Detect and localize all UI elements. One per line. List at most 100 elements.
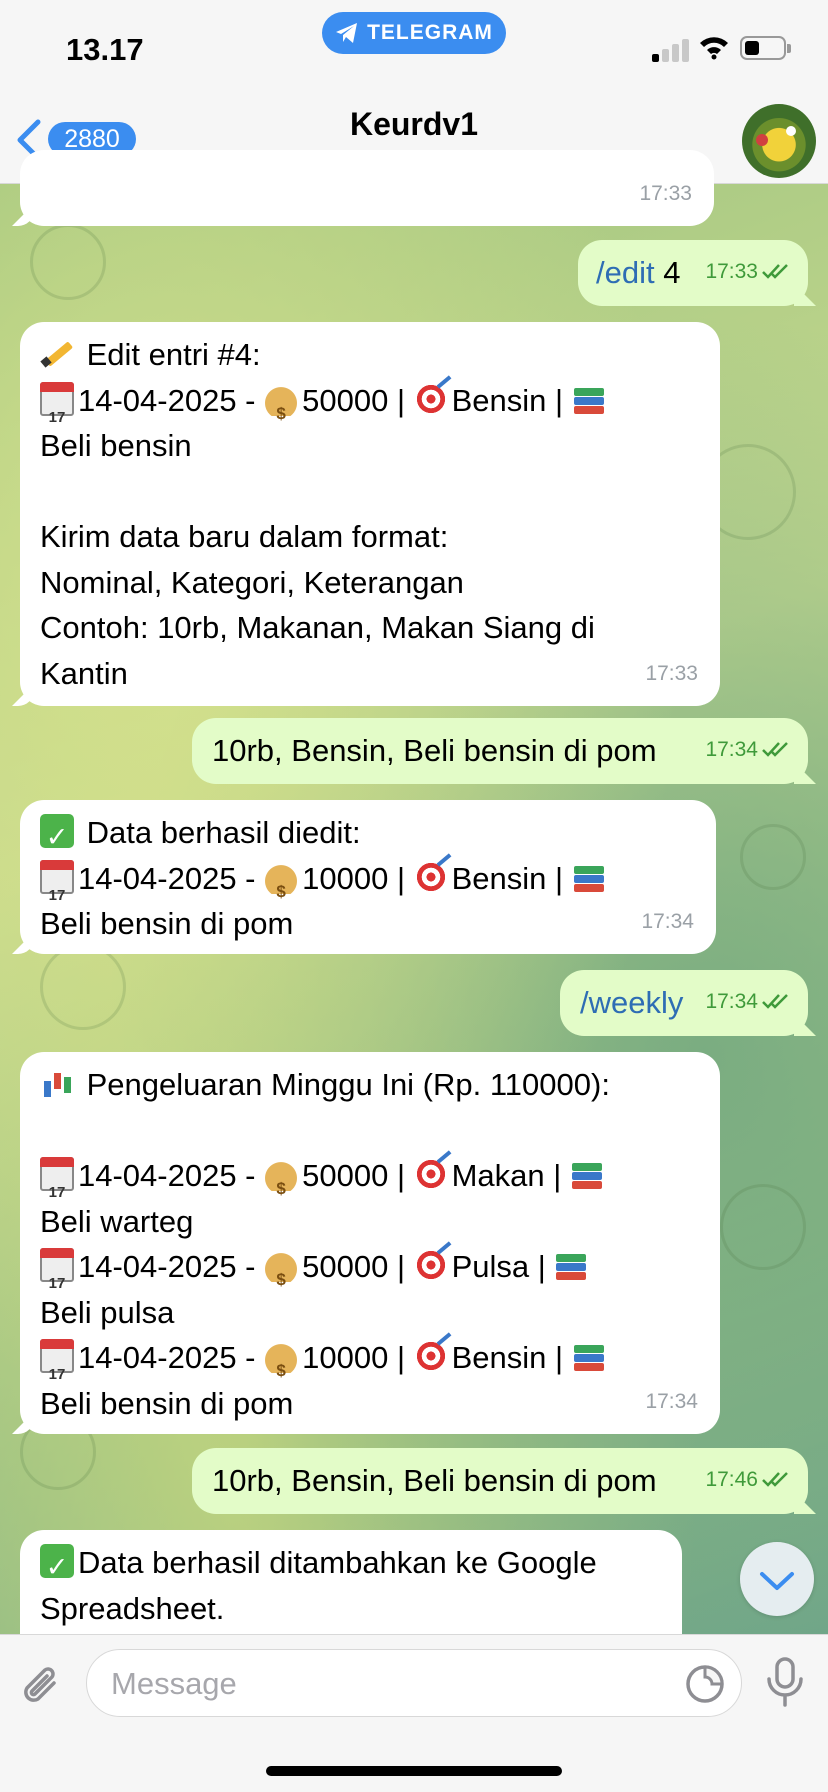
- entry-description: Beli bensin di pom: [40, 906, 294, 941]
- paperclip-icon[interactable]: [20, 1663, 64, 1711]
- telegram-pill-label: TELEGRAM: [367, 21, 493, 44]
- message-incoming[interactable]: Edit entri #4: 14-04-2025 - 50000 | Bens…: [20, 322, 720, 706]
- message-status: 17:34: [705, 979, 792, 1025]
- message-line: Edit entri #4:: [78, 337, 261, 372]
- money-bag-icon: [264, 1248, 299, 1303]
- books-icon: [570, 1157, 604, 1191]
- double-check-icon: [762, 264, 788, 280]
- battery-icon: [740, 36, 791, 60]
- check-mark-icon: [40, 1544, 74, 1591]
- scroll-to-bottom-button[interactable]: [740, 1542, 814, 1616]
- entry-description: Beli pulsa: [40, 1294, 175, 1330]
- avatar[interactable]: [742, 104, 816, 178]
- entry-category: Bensin |: [451, 382, 572, 418]
- calendar-icon: [40, 1157, 74, 1216]
- message-status: 17:33: [705, 249, 792, 295]
- message-time: 17:34: [705, 737, 758, 761]
- message-time: 17:34: [645, 1389, 698, 1413]
- target-icon: [413, 381, 448, 416]
- message-line: Data berhasil ditambahkan ke Google: [78, 1545, 597, 1580]
- message-line: Kirim data baru dalam format:: [40, 519, 449, 554]
- sticker-icon[interactable]: [685, 1664, 725, 1704]
- calendar-icon: [40, 1248, 74, 1307]
- calendar-icon: [40, 1339, 74, 1398]
- message-outgoing[interactable]: /weekly 17:34: [560, 970, 808, 1036]
- wallpaper-doodle: [30, 224, 106, 300]
- wallpaper-doodle: [740, 824, 806, 890]
- entry-amount: 50000 |: [302, 382, 414, 418]
- entry-category: Bensin |: [451, 860, 572, 896]
- message-outgoing[interactable]: /edit 4 17:33: [578, 240, 808, 306]
- message-time: 17:34: [641, 909, 694, 933]
- message-time: 17:34: [705, 989, 758, 1013]
- message-outgoing[interactable]: 10rb, Bensin, Beli bensin di pom 17:34: [192, 718, 808, 784]
- entry-category: Pulsa |: [451, 1249, 555, 1284]
- home-indicator: [266, 1766, 562, 1776]
- message-status: 17:46: [705, 1457, 792, 1503]
- entry-description: Beli bensin: [40, 428, 192, 463]
- status-bar: 13.17 TELEGRAM: [0, 0, 828, 90]
- message-time: 17:33: [645, 661, 698, 685]
- entry-description: Beli warteg: [40, 1203, 194, 1239]
- entry-description: Beli bensin di pom: [40, 1385, 294, 1421]
- calendar-icon: [40, 859, 74, 918]
- target-icon: [413, 1339, 448, 1373]
- entry-date: 14-04-2025 -: [78, 382, 265, 418]
- telegram-pill[interactable]: TELEGRAM: [322, 12, 506, 54]
- message-time: 17:33: [639, 181, 692, 205]
- money-bag-icon: [264, 381, 299, 436]
- message-time: 17:33: [705, 259, 758, 283]
- entry-amount: 50000 |: [302, 1249, 414, 1284]
- pencil-icon: [40, 336, 74, 370]
- money-bag-icon: [264, 1339, 299, 1394]
- message-incoming[interactable]: Pengeluaran Minggu Ini (Rp. 110000): 14-…: [20, 1052, 720, 1434]
- wallpaper-doodle: [40, 944, 126, 1030]
- bar-chart-icon: [40, 1066, 74, 1100]
- command-argument: 4: [654, 255, 681, 290]
- entry-category: Bensin |: [451, 1340, 572, 1375]
- books-icon: [554, 1248, 588, 1282]
- double-check-icon: [762, 1472, 788, 1488]
- telegram-icon: [336, 23, 358, 43]
- books-icon: [572, 1339, 606, 1373]
- wifi-icon: [700, 37, 728, 60]
- books-icon: [572, 382, 606, 416]
- message-status: 17:34: [705, 727, 792, 773]
- chevron-down-icon: [760, 1572, 794, 1590]
- status-time: 13.17: [66, 32, 144, 67]
- entry-amount: 10000 |: [302, 1340, 414, 1375]
- message-incoming[interactable]: 17:33: [20, 150, 714, 226]
- double-check-icon: [762, 742, 788, 758]
- check-mark-icon: [40, 814, 74, 861]
- microphone-icon[interactable]: [762, 1655, 808, 1711]
- command-link[interactable]: /weekly: [580, 985, 683, 1020]
- books-icon: [572, 860, 606, 894]
- money-bag-icon: [264, 859, 299, 914]
- target-icon: [413, 1157, 448, 1191]
- message-input[interactable]: [109, 1660, 673, 1708]
- message-input-container[interactable]: [86, 1649, 742, 1717]
- entry-amount: 50000 |: [302, 1158, 414, 1193]
- chat-title[interactable]: Keurdv1: [0, 106, 828, 143]
- message-outgoing[interactable]: 10rb, Bensin, Beli bensin di pom 17:46: [192, 1448, 808, 1514]
- message-incoming[interactable]: Data berhasil diedit: 14-04-2025 - 10000…: [20, 800, 716, 954]
- message-line: Contoh: 10rb, Makanan, Makan Siang di: [40, 610, 595, 645]
- calendar-icon: [40, 381, 74, 440]
- message-line: Nominal, Kategori, Keterangan: [40, 564, 464, 600]
- double-check-icon: [762, 994, 788, 1010]
- entry-date: 14-04-2025 -: [78, 1249, 265, 1284]
- command-link[interactable]: /edit: [596, 255, 655, 290]
- signal-icon: [652, 38, 692, 62]
- entry-date: 14-04-2025 -: [78, 1158, 265, 1193]
- money-bag-icon: [264, 1157, 299, 1212]
- target-icon: [413, 1248, 448, 1282]
- message-line: Kantin: [40, 655, 128, 691]
- entry-amount: 10000 |: [302, 860, 414, 896]
- entry-date: 14-04-2025 -: [78, 1340, 265, 1375]
- message-line: Data berhasil diedit:: [78, 815, 361, 850]
- message-time: 17:46: [705, 1467, 758, 1491]
- entry-date: 14-04-2025 -: [78, 860, 265, 896]
- wallpaper-doodle: [720, 1184, 806, 1270]
